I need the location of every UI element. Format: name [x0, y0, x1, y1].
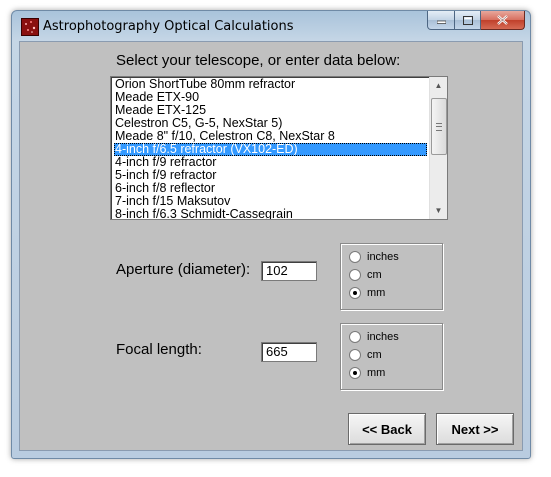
radio-button[interactable]: [349, 367, 361, 379]
minimize-icon: [436, 20, 446, 24]
app-icon[interactable]: [21, 18, 39, 36]
telescope-heading: Select your telescope, or enter data bel…: [116, 52, 401, 69]
radio-button[interactable]: [349, 331, 361, 343]
maximize-button[interactable]: [455, 11, 481, 30]
close-button[interactable]: [481, 11, 525, 30]
grip-icon: [436, 122, 442, 131]
telescope-listbox[interactable]: Orion ShortTube 80mm refractor Meade ETX-…: [110, 76, 448, 220]
caption-buttons: [427, 11, 525, 30]
scroll-up-icon: ▲: [434, 81, 443, 90]
scroll-thumb[interactable]: [431, 98, 447, 155]
radio-button[interactable]: [349, 269, 361, 281]
focal-unit-cm-option[interactable]: cm: [349, 348, 382, 362]
radio-label: mm: [367, 367, 386, 379]
listbox-scrollbar[interactable]: ▲ ▼: [429, 77, 447, 219]
radio-label: cm: [367, 269, 382, 281]
radio-button[interactable]: [349, 349, 361, 361]
radio-button[interactable]: [349, 251, 361, 263]
telescope-list-item[interactable]: 8-inch f/6.3 Schmidt-Cassegrain: [114, 208, 427, 220]
radio-label: cm: [367, 349, 382, 361]
title-bar[interactable]: Astrophotography Optical Calculations: [12, 11, 530, 41]
radio-button[interactable]: [349, 287, 361, 299]
scroll-down-button[interactable]: ▼: [430, 202, 447, 219]
focal-unit-mm-option[interactable]: mm: [349, 366, 385, 380]
radio-label: inches: [367, 251, 399, 263]
radio-label: mm: [367, 287, 386, 299]
focal-unit-inches-option[interactable]: inches: [349, 330, 399, 344]
scroll-up-button[interactable]: ▲: [430, 77, 447, 94]
client-area: Select your telescope, or enter data bel…: [19, 41, 523, 451]
aperture-units-group: inches cm mm: [340, 243, 443, 310]
close-icon: [497, 15, 508, 25]
focal-length-input[interactable]: 665: [261, 342, 317, 362]
app-window: Astrophotography Optical Calculations Se…: [11, 10, 531, 459]
aperture-unit-cm-option[interactable]: cm: [349, 268, 382, 282]
scroll-down-icon: ▼: [434, 206, 443, 215]
aperture-input[interactable]: 102: [261, 261, 317, 281]
aperture-unit-mm-option[interactable]: mm: [349, 286, 385, 300]
back-button[interactable]: << Back: [348, 413, 426, 445]
aperture-label: Aperture (diameter):: [116, 261, 251, 278]
focal-units-group: inches cm mm: [340, 323, 443, 390]
focal-length-label: Focal length:: [116, 341, 202, 358]
aperture-unit-inches-option[interactable]: inches: [349, 250, 399, 264]
minimize-button[interactable]: [427, 11, 455, 30]
maximize-icon: [462, 15, 473, 25]
next-button[interactable]: Next >>: [436, 413, 514, 445]
radio-label: inches: [367, 331, 399, 343]
window-title: Astrophotography Optical Calculations: [43, 19, 294, 34]
